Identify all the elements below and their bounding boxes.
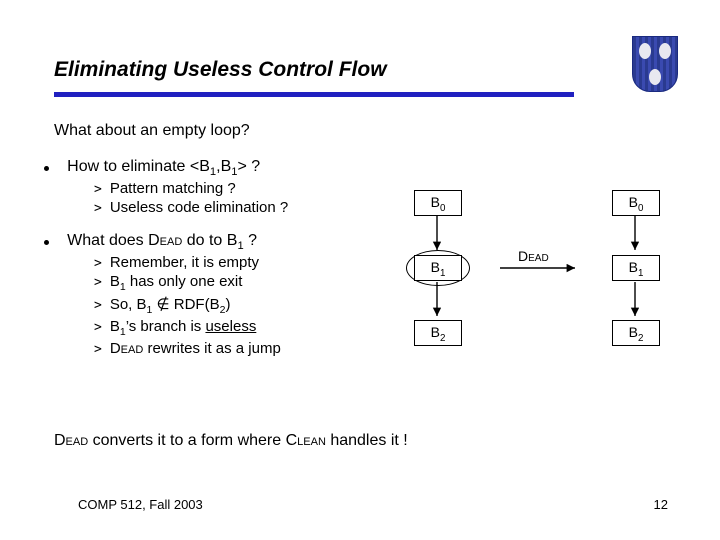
text: Remember, it is empty: [110, 254, 259, 271]
text: How to eliminate <B: [67, 158, 210, 175]
owl-icon: [649, 69, 661, 85]
chevron-right-icon: >: [94, 275, 102, 290]
text: ): [225, 296, 230, 313]
university-crest-icon: [632, 36, 678, 92]
bullet-1-sub-1: > Pattern matching ?: [94, 180, 402, 197]
bullet-2-sub-4: >B1’s branch is useless: [94, 318, 402, 338]
text: converts it to a form where: [88, 432, 285, 449]
node-b0-left: B0: [414, 190, 462, 216]
text: B: [110, 318, 120, 335]
text-underline: useless: [205, 318, 256, 335]
text: So, B: [110, 296, 147, 313]
bullet-2-sub-1: > Remember, it is empty: [94, 254, 402, 271]
text: ?: [244, 232, 257, 249]
text: ∉ RDF(B: [152, 296, 219, 313]
bottom-statement: Dead converts it to a form where Clean h…: [54, 432, 408, 450]
text: ,B: [216, 158, 231, 175]
node-b2-left: B2: [414, 320, 462, 346]
text-clean: Clean: [286, 432, 326, 449]
diagram-edges: [400, 186, 690, 406]
chevron-right-icon: >: [94, 298, 102, 313]
slide: Eliminating Useless Control Flow What ab…: [0, 0, 720, 540]
bullet-1-sub-2: > Useless code elimination ?: [94, 199, 402, 216]
bullet-dot-icon: [44, 240, 49, 245]
bullet-2-sub-3: >So, B1 ∉ RDF(B2): [94, 295, 402, 316]
text-dead: Dead: [54, 432, 88, 449]
node-b0-right: B0: [612, 190, 660, 216]
text-dead: Dead: [148, 232, 182, 249]
text: do to B: [182, 232, 237, 249]
text-dead: Dead: [110, 340, 143, 357]
title-rule: [54, 92, 574, 97]
owl-icon: [639, 43, 651, 59]
bullet-2-sub-5: > Dead rewrites it as a jump: [94, 340, 402, 357]
text: What does: [67, 232, 148, 249]
text: rewrites it as a jump: [143, 340, 281, 357]
chevron-right-icon: >: [94, 182, 102, 197]
slide-title: Eliminating Useless Control Flow: [54, 58, 387, 82]
owl-icon: [659, 43, 671, 59]
node-b2-right: B2: [612, 320, 660, 346]
text: Pattern matching ?: [110, 180, 236, 197]
bullet-2-sub-2: >B1 has only one exit: [94, 273, 402, 293]
text: handles it !: [326, 432, 408, 449]
bullet-list: How to eliminate <B1,B1> ? > Pattern matc…: [62, 158, 402, 363]
chevron-right-icon: >: [94, 320, 102, 335]
chevron-right-icon: >: [94, 256, 102, 271]
text: > ?: [238, 158, 261, 175]
bullet-1-text: How to eliminate <B1,B1> ?: [67, 158, 260, 175]
footer-course: COMP 512, Fall 2003: [78, 497, 203, 512]
subtitle: What about an empty loop?: [54, 122, 250, 140]
text: Useless code elimination ?: [110, 199, 288, 216]
node-b1-left: B1: [414, 255, 462, 281]
cfg-diagram: B0 B1 B2 Dead B0 B1 B2: [400, 186, 690, 406]
dead-transform-label: Dead: [518, 248, 549, 264]
chevron-right-icon: >: [94, 201, 102, 216]
bullet-2: What does Dead do to B1 ? > Remember, it …: [62, 232, 402, 357]
node-b1-right: B1: [612, 255, 660, 281]
bullet-2-text: What does Dead do to B1 ?: [67, 232, 257, 249]
bullet-1: How to eliminate <B1,B1> ? > Pattern matc…: [62, 158, 402, 216]
bullet-dot-icon: [44, 166, 49, 171]
text: B: [110, 273, 120, 290]
chevron-right-icon: >: [94, 342, 102, 357]
text: has only one exit: [126, 273, 243, 290]
text: ’s branch is: [126, 318, 206, 335]
footer-page-number: 12: [654, 497, 668, 512]
